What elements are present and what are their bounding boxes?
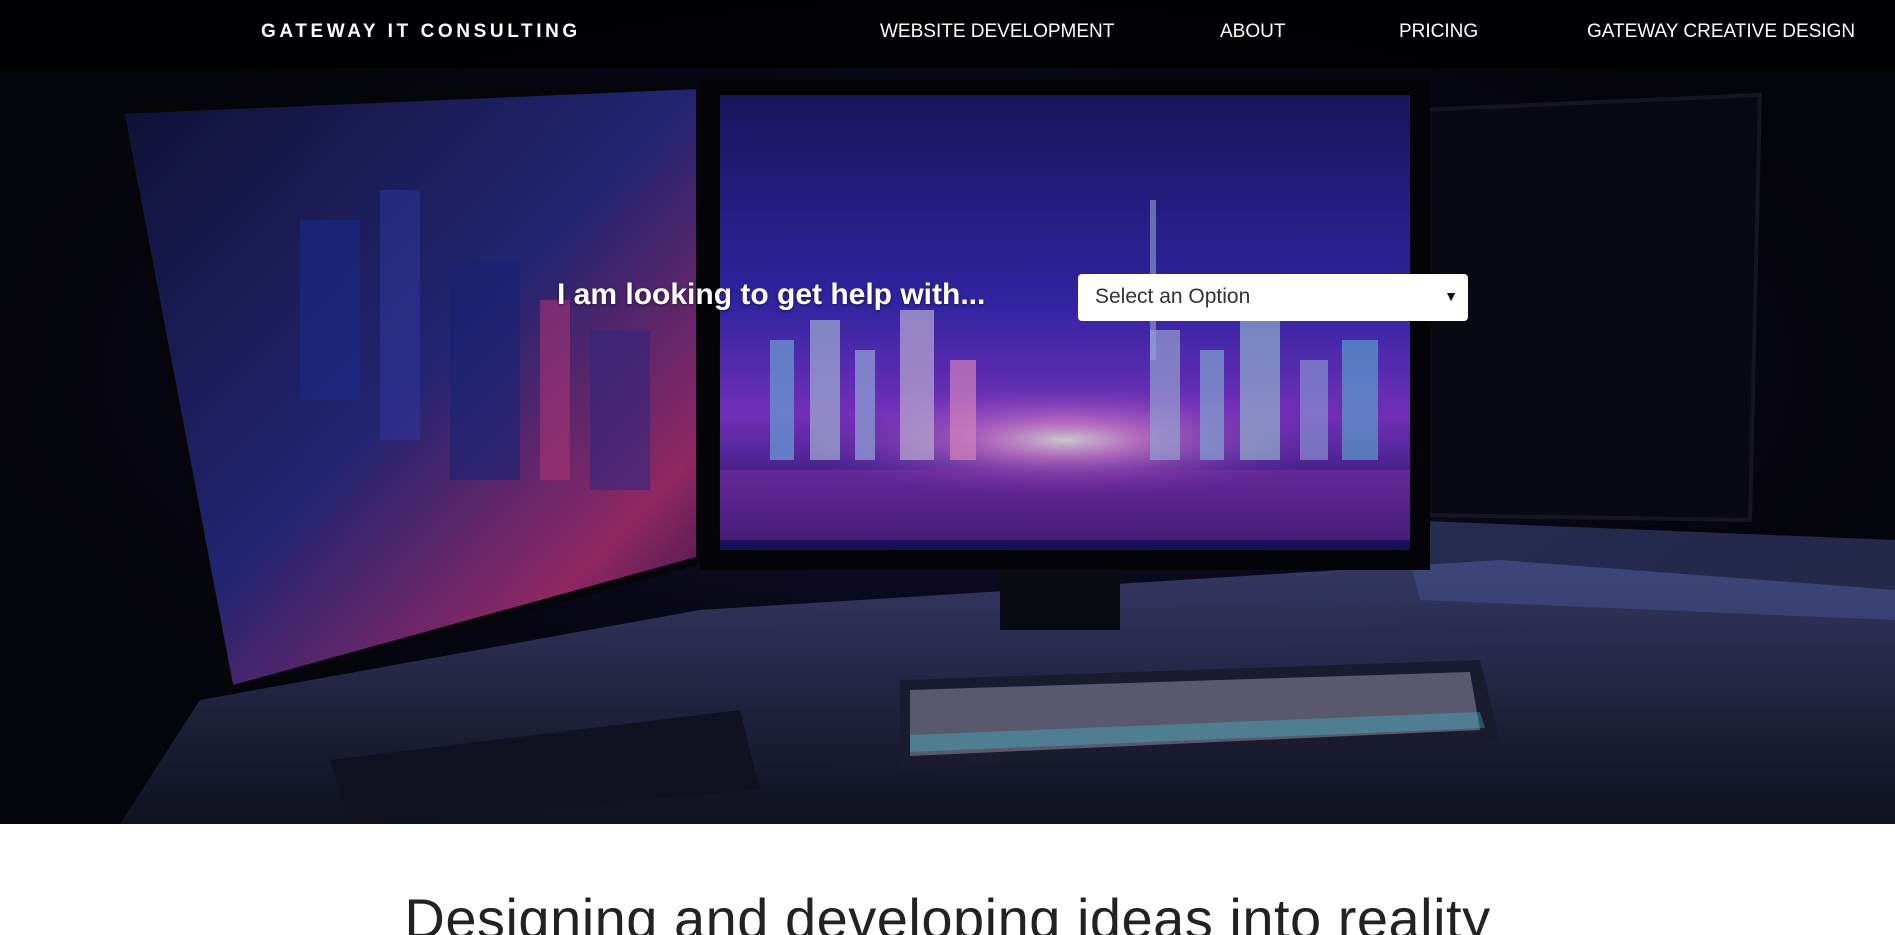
help-option-select[interactable]: Select an Option ▼ <box>1078 274 1468 321</box>
caret-down-icon: ▼ <box>1444 288 1458 304</box>
nav-gateway-creative-design[interactable]: GATEWAY CREATIVE DESIGN <box>1587 21 1855 43</box>
page-headline: Designing and developing ideas into real… <box>404 887 1491 935</box>
hero-section: GATEWAY IT CONSULTING WEBSITE DEVELOPMEN… <box>0 0 1895 824</box>
nav-website-development[interactable]: WEBSITE DEVELOPMENT <box>880 21 1114 43</box>
select-current-value: Select an Option <box>1095 285 1251 308</box>
help-prompt-label: I am looking to get help with... <box>557 278 986 311</box>
nav-pricing[interactable]: PRICING <box>1399 21 1478 43</box>
nav-about[interactable]: ABOUT <box>1220 21 1285 43</box>
hero-background-image <box>0 0 1895 824</box>
intro-section: Designing and developing ideas into real… <box>0 824 1895 935</box>
top-navigation-bar: GATEWAY IT CONSULTING WEBSITE DEVELOPMEN… <box>0 0 1895 68</box>
brand-logo-link[interactable]: GATEWAY IT CONSULTING <box>261 21 581 43</box>
